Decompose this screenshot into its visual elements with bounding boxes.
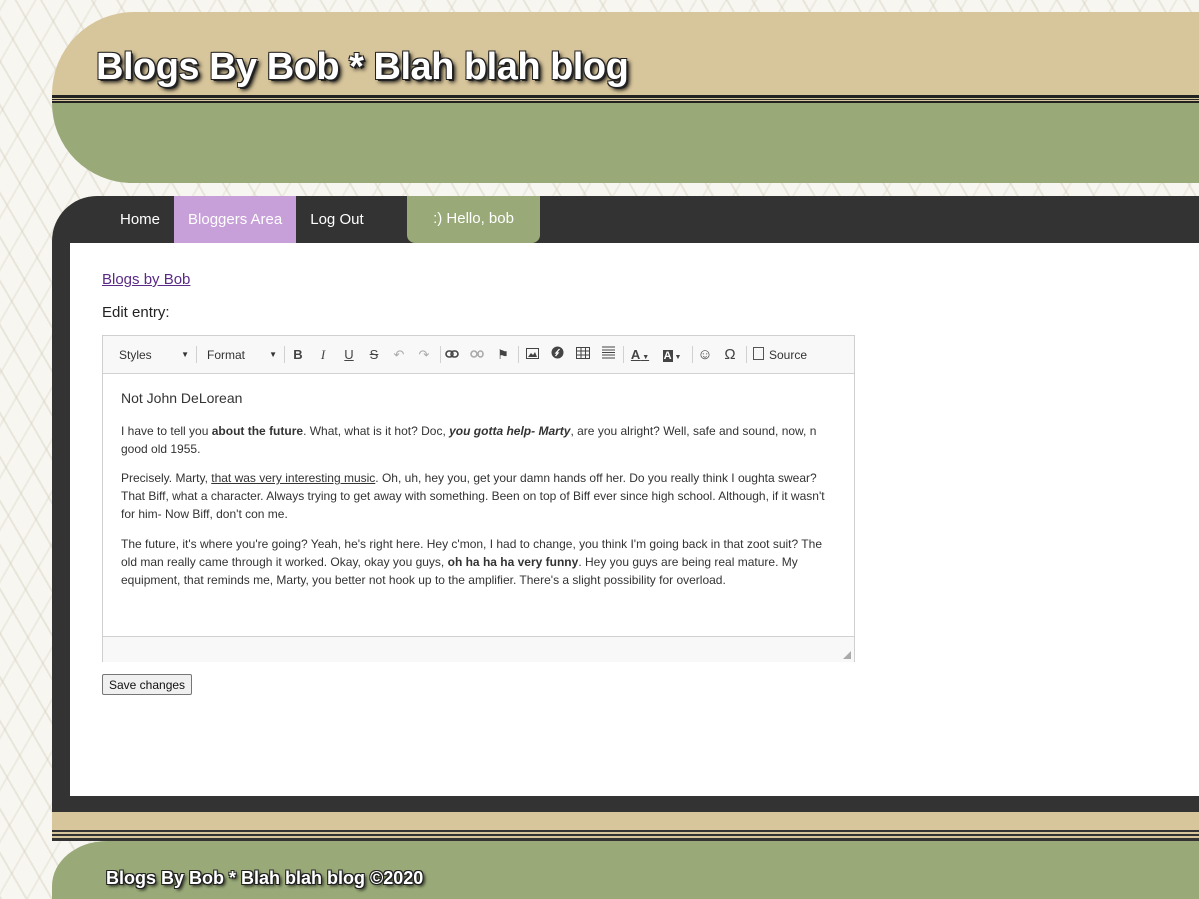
special-char-icon[interactable]: Ω: [721, 345, 739, 365]
text-run: about the future: [211, 424, 304, 438]
entry-paragraph-2: Precisely. Marty, that was very interest…: [121, 469, 833, 523]
toolbar-separator: [692, 346, 693, 363]
format-dropdown-label: Format: [207, 348, 246, 362]
editor-toolbar: Styles ▼ Format ▼ B I U S ↶ ↷ ⚑ A ▼ A ▼ …: [103, 336, 854, 374]
flash-icon[interactable]: [548, 345, 566, 365]
main-nav: Home Bloggers Area Log Out: [106, 196, 378, 243]
header-bottom-band: [52, 103, 1199, 183]
blog-link[interactable]: Blogs by Bob: [102, 271, 190, 288]
styles-dropdown[interactable]: Styles ▼: [119, 345, 189, 365]
toolbar-separator: [623, 346, 624, 363]
editor-status-bar: [103, 636, 854, 662]
edit-entry-label: Edit entry:: [102, 304, 170, 321]
format-dropdown[interactable]: Format ▼: [207, 345, 277, 365]
horizontal-rule-icon[interactable]: [599, 345, 617, 365]
footer: Blogs By Bob * Blah blah blog ©2020: [52, 841, 1199, 899]
table-icon[interactable]: [574, 345, 592, 365]
text-run: I have to tell you: [121, 424, 212, 438]
toolbar-separator: [518, 346, 519, 363]
header-top-band: Blogs By Bob * Blah blah blog: [52, 12, 1199, 94]
nav-log-out[interactable]: Log Out: [296, 196, 377, 243]
content-panel: Blogs by Bob Edit entry: Styles ▼ Format…: [70, 243, 1199, 796]
footer-copyright: Blogs By Bob * Blah blah blog ©2020: [106, 868, 424, 888]
unlink-icon[interactable]: [468, 345, 486, 365]
anchor-flag-icon[interactable]: ⚑: [494, 345, 512, 365]
text-run: you gotta help- Marty: [449, 424, 571, 438]
rich-text-editor: Styles ▼ Format ▼ B I U S ↶ ↷ ⚑ A ▼ A ▼ …: [102, 335, 855, 662]
toolbar-separator: [440, 346, 441, 363]
text-run: . What, what is it hot? Doc,: [303, 424, 450, 438]
header-stripes: [52, 94, 1199, 103]
toolbar-separator: [746, 346, 747, 363]
save-changes-button[interactable]: Save changes: [102, 674, 193, 695]
entry-paragraph-3: The future, it's where you're going? Yea…: [121, 535, 833, 589]
source-button-label: Source: [769, 348, 808, 362]
styles-dropdown-label: Styles: [119, 348, 152, 362]
toolbar-separator: [196, 346, 197, 363]
italic-icon[interactable]: I: [314, 345, 332, 365]
source-button[interactable]: Source: [753, 345, 807, 365]
footer-stripes: [52, 812, 1199, 841]
text-run: Precisely. Marty,: [121, 471, 212, 485]
source-icon: [753, 347, 764, 360]
user-greeting: :) Hello, bob: [407, 196, 540, 243]
smiley-icon[interactable]: ☺: [696, 345, 714, 365]
strikethrough-icon[interactable]: S: [365, 345, 383, 365]
site-title: Blogs By Bob * Blah blah blog: [96, 46, 629, 88]
underline-icon[interactable]: U: [340, 345, 358, 365]
redo-icon[interactable]: ↷: [415, 345, 433, 365]
page: Blogs By Bob * Blah blah blog Home Blogg…: [52, 12, 1199, 899]
chevron-down-icon: ▼: [269, 350, 277, 359]
text-run: that was very interesting music: [211, 471, 376, 485]
link-icon[interactable]: [443, 345, 461, 365]
background-color-icon[interactable]: A ▼: [659, 345, 685, 365]
entry-title: Not John DeLorean: [121, 390, 243, 406]
toolbar-separator: [284, 346, 285, 363]
chevron-down-icon: ▼: [181, 350, 189, 359]
text-color-icon[interactable]: A ▼: [627, 345, 653, 365]
main-frame: Home Bloggers Area Log Out :) Hello, bob…: [52, 196, 1199, 812]
text-run: oh ha ha ha very funny: [447, 555, 579, 569]
image-icon[interactable]: [523, 345, 541, 365]
resize-grip-icon[interactable]: [843, 651, 851, 659]
undo-icon[interactable]: ↶: [390, 345, 408, 365]
bold-icon[interactable]: B: [289, 345, 307, 365]
nav-home[interactable]: Home: [106, 196, 174, 243]
editor-content-area[interactable]: Not John DeLorean I have to tell you abo…: [103, 374, 854, 636]
nav-bloggers-area[interactable]: Bloggers Area: [174, 196, 297, 243]
entry-paragraph-1: I have to tell you about the future. Wha…: [121, 422, 833, 458]
